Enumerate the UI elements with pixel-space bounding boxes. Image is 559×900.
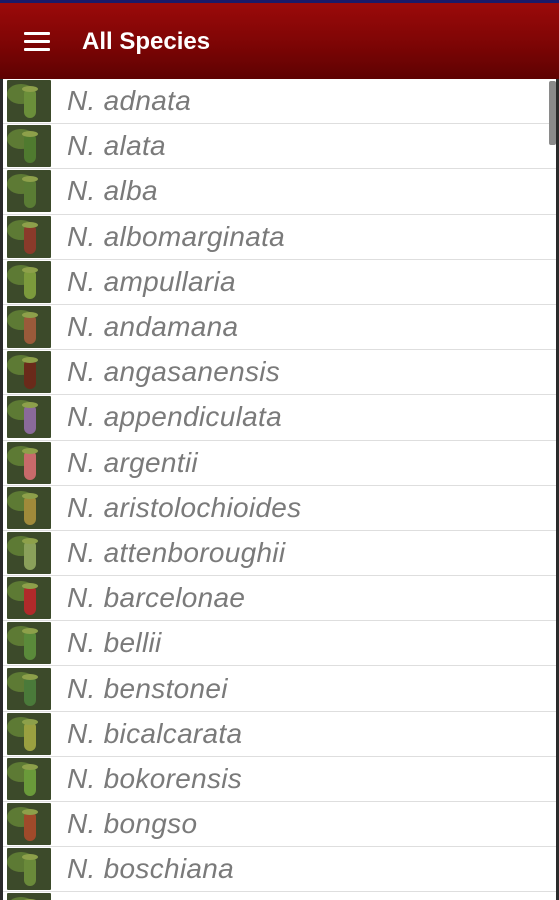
- menu-button[interactable]: [12, 17, 62, 65]
- list-item[interactable]: N. bokorensis: [3, 757, 556, 802]
- species-thumbnail: [7, 803, 51, 846]
- species-thumbnail: [7, 712, 51, 755]
- page-title: All Species: [82, 28, 211, 55]
- list-item[interactable]: N. benstonei: [3, 666, 556, 712]
- list-item[interactable]: N. bellii: [3, 621, 556, 667]
- species-name: N. argentii: [67, 446, 198, 478]
- species-thumbnail: [7, 667, 51, 710]
- species-thumbnail: [7, 396, 51, 439]
- species-thumbnail: [7, 486, 51, 529]
- species-name: N. boschiana: [67, 853, 235, 885]
- list-item[interactable]: N. ampullaria: [3, 260, 556, 305]
- species-thumbnail: [7, 215, 51, 258]
- species-name: N. bicalcarata: [67, 717, 243, 749]
- app-toolbar: All Species: [0, 0, 559, 79]
- list-item[interactable]: N. alba: [3, 169, 556, 215]
- species-thumbnail: [7, 622, 51, 665]
- species-thumbnail: [7, 531, 51, 574]
- species-thumbnail: [7, 893, 51, 900]
- species-thumbnail: [7, 260, 51, 303]
- species-thumbnail: [7, 170, 51, 213]
- list-item[interactable]: N. andamana: [3, 305, 556, 351]
- species-name: N. attenboroughii: [67, 536, 286, 568]
- list-item[interactable]: N. bongso: [3, 802, 556, 848]
- list-item[interactable]: N. alata: [3, 124, 556, 170]
- list-item[interactable]: N. boschiana: [3, 847, 556, 893]
- species-name: N. andamana: [67, 311, 239, 343]
- species-name: N. barcelonae: [67, 582, 246, 614]
- species-name: N. ampullaria: [67, 265, 236, 297]
- species-thumbnail: [7, 351, 51, 394]
- species-name: N. bellii: [67, 627, 162, 659]
- species-name: N. alata: [67, 130, 166, 162]
- app-screen: All Species N. adnata N. alata N. alba N. a…: [0, 0, 559, 900]
- list-item[interactable]: N. argentii: [3, 441, 556, 486]
- list-item[interactable]: [3, 892, 556, 900]
- species-name: N. alba: [67, 175, 158, 207]
- species-name: N. appendiculata: [67, 401, 282, 433]
- species-thumbnail: [7, 757, 51, 800]
- species-name: N. aristolochioides: [67, 491, 302, 523]
- list-item[interactable]: N. angasanensis: [3, 350, 556, 396]
- species-thumbnail: [7, 80, 51, 123]
- species-name: N. angasanensis: [67, 356, 281, 388]
- list-item[interactable]: N. attenboroughii: [3, 531, 556, 577]
- list-item[interactable]: N. appendiculata: [3, 395, 556, 441]
- list-item[interactable]: N. barcelonae: [3, 576, 556, 622]
- species-thumbnail: [7, 848, 51, 891]
- list-item[interactable]: N. bicalcarata: [3, 712, 556, 757]
- species-thumbnail: [7, 125, 51, 168]
- species-name: N. bongso: [67, 808, 198, 840]
- list-item[interactable]: N. adnata: [3, 79, 556, 125]
- list-item[interactable]: N. aristolochioides: [3, 486, 556, 531]
- species-name: N. benstonei: [67, 672, 228, 704]
- list-item[interactable]: N. albomarginata: [3, 215, 556, 260]
- species-name: N. albomarginata: [67, 220, 286, 252]
- species-thumbnail: [7, 577, 51, 620]
- species-name: N. adnata: [67, 85, 192, 117]
- species-name: N. bokorensis: [67, 762, 243, 794]
- species-thumbnail: [7, 306, 51, 349]
- species-thumbnail: [7, 441, 51, 484]
- species-list[interactable]: N. adnata N. alata N. alba N. albomarginata…: [3, 79, 556, 900]
- hamburger-menu-icon: [24, 31, 50, 51]
- scrollbar-thumb[interactable]: [549, 81, 556, 145]
